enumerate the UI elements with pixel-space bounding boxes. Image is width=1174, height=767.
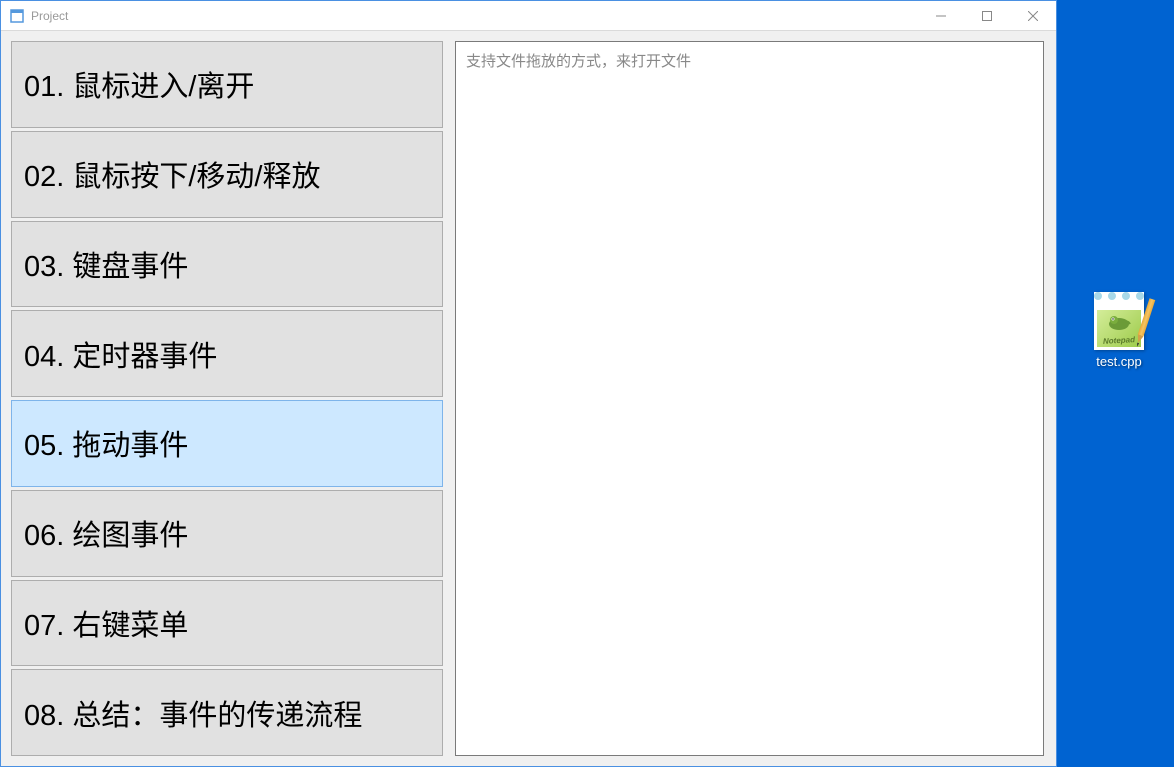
window-title: Project xyxy=(31,9,918,23)
list-item-06[interactable]: 06. 绘图事件 xyxy=(11,490,443,577)
desktop-file-icon[interactable]: Notepad test.cpp xyxy=(1080,292,1158,369)
list-item-02[interactable]: 02. 鼠标按下/移动/释放 xyxy=(11,131,443,218)
desktop-background: Project 01. 鼠标进入/离开 02. 鼠标按下/移动/释放 03. 键… xyxy=(0,0,1174,767)
maximize-button[interactable] xyxy=(964,1,1010,30)
list-item-03[interactable]: 03. 键盘事件 xyxy=(11,221,443,308)
window-titlebar[interactable]: Project xyxy=(1,1,1056,31)
drop-placeholder-text: 支持文件拖放的方式，来打开文件 xyxy=(466,53,691,70)
app-window: Project 01. 鼠标进入/离开 02. 鼠标按下/移动/释放 03. 键… xyxy=(0,0,1057,767)
list-item-05[interactable]: 05. 拖动事件 xyxy=(11,400,443,487)
desktop-file-label: test.cpp xyxy=(1096,354,1142,369)
list-item-08[interactable]: 08. 总结：事件的传递流程 xyxy=(11,669,443,756)
list-item-01[interactable]: 01. 鼠标进入/离开 xyxy=(11,41,443,128)
window-content: 01. 鼠标进入/离开 02. 鼠标按下/移动/释放 03. 键盘事件 04. … xyxy=(1,31,1056,766)
close-button[interactable] xyxy=(1010,1,1056,30)
list-item-07[interactable]: 07. 右键菜单 xyxy=(11,580,443,667)
list-item-04[interactable]: 04. 定时器事件 xyxy=(11,310,443,397)
icon-label-text: Notepad xyxy=(1103,335,1135,346)
list-panel: 01. 鼠标进入/离开 02. 鼠标按下/移动/释放 03. 键盘事件 04. … xyxy=(11,41,443,756)
notepadpp-file-icon: Notepad xyxy=(1094,292,1144,350)
window-controls xyxy=(918,1,1056,30)
minimize-button[interactable] xyxy=(918,1,964,30)
text-drop-area[interactable]: 支持文件拖放的方式，来打开文件 xyxy=(455,41,1044,756)
app-icon xyxy=(9,8,25,24)
